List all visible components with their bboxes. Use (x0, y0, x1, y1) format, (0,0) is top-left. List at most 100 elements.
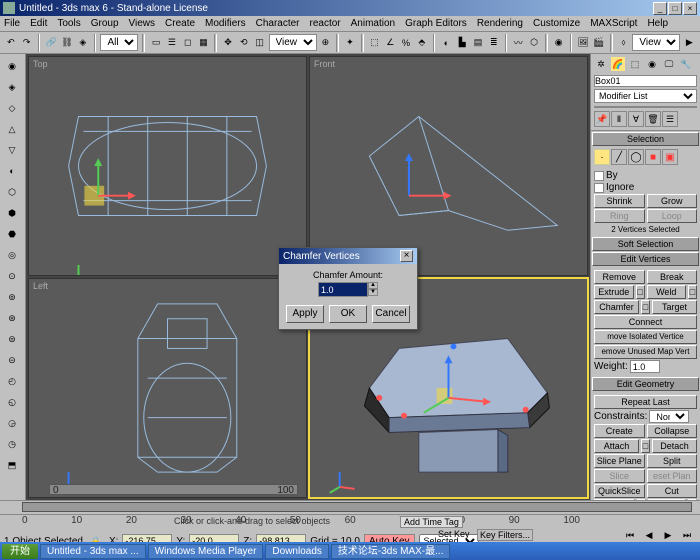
attach-button[interactable]: Attach (594, 439, 639, 453)
minimize-button[interactable]: _ (653, 2, 667, 15)
select-button[interactable]: ▭ (149, 34, 163, 52)
link-button[interactable]: 🔗 (44, 34, 58, 52)
repeat-button[interactable]: Repeat Last (594, 395, 697, 409)
menu-file[interactable]: File (4, 18, 20, 29)
ok-button[interactable]: OK (329, 305, 367, 323)
reactor-icon-10[interactable]: ◎ (2, 245, 22, 265)
task-3[interactable]: Downloads (265, 544, 328, 559)
border-subobj-icon[interactable]: ◯ (628, 149, 644, 165)
sliceplane-button[interactable]: Slice Plane (594, 454, 645, 468)
align-button[interactable]: ▤ (471, 34, 485, 52)
softsel-rollout[interactable]: Soft Selection (592, 237, 699, 251)
weld-button[interactable]: Weld (647, 285, 687, 299)
named-sel-button[interactable]: ◐ (439, 34, 453, 52)
extrude-settings[interactable]: □ (636, 285, 645, 299)
polygon-subobj-icon[interactable]: ■ (645, 149, 661, 165)
menu-graph editors[interactable]: Graph Editors (405, 18, 467, 29)
menu-edit[interactable]: Edit (30, 18, 47, 29)
reactor-icon-16[interactable]: ◴ (2, 371, 22, 391)
menu-customize[interactable]: Customize (533, 18, 580, 29)
schematic-button[interactable]: ⬡ (527, 34, 541, 52)
menu-group[interactable]: Group (91, 18, 119, 29)
element-subobj-icon[interactable]: ▣ (662, 149, 678, 165)
remove-iso-button[interactable]: move Isolated Vertice (594, 330, 697, 344)
menu-modifiers[interactable]: Modifiers (205, 18, 246, 29)
reactor-icon-19[interactable]: ◷ (2, 434, 22, 454)
viewport-front[interactable]: Front (309, 56, 588, 276)
layer-button[interactable]: ≣ (487, 34, 501, 52)
keyfilters-button[interactable]: Key Filters... (477, 529, 533, 541)
snap-button[interactable]: ⬚ (368, 34, 382, 52)
constraints-select[interactable]: None (649, 410, 689, 423)
split-button[interactable]: Split (647, 454, 698, 468)
start-button[interactable]: 开始 (2, 544, 38, 559)
render-preset[interactable]: View (632, 34, 680, 51)
reactor-icon-9[interactable]: ⬣ (2, 224, 22, 244)
reactor-icon-3[interactable]: ◇ (2, 98, 22, 118)
shrink-button[interactable]: Shrink (594, 194, 645, 208)
utilities-tab-icon[interactable]: 🔧 (678, 56, 694, 72)
window-crossing-button[interactable]: ▦ (197, 34, 211, 52)
create-button[interactable]: Create (594, 424, 645, 438)
reactor-icon-1[interactable]: ◉ (2, 56, 22, 76)
object-name-field[interactable] (594, 75, 697, 87)
break-button[interactable]: Break (647, 270, 698, 284)
stack-head[interactable]: Editable Poly (595, 107, 696, 108)
targetweld-button[interactable]: Target Weld (652, 300, 697, 314)
unlink-button[interactable]: ⛓ (60, 34, 74, 52)
edge-subobj-icon[interactable]: ╱ (611, 149, 627, 165)
mirror-button[interactable]: ▙ (455, 34, 469, 52)
show-result-icon[interactable]: Ⅱ (611, 111, 627, 127)
material-button[interactable]: ◉ (552, 34, 566, 52)
undo-button[interactable]: ↶ (4, 34, 18, 52)
select-name-button[interactable]: ☰ (165, 34, 179, 52)
menu-character[interactable]: Character (256, 18, 300, 29)
reactor-icon-11[interactable]: ⊙ (2, 266, 22, 286)
setkey-button[interactable]: Set Key (438, 529, 470, 539)
qslice-button[interactable]: QuickSlice (594, 484, 645, 498)
time-slider[interactable] (0, 501, 700, 515)
cut-button[interactable]: Cut (647, 484, 698, 498)
reactor-icon-13[interactable]: ⊛ (2, 308, 22, 328)
remove-mod-icon[interactable]: 🗑 (645, 111, 661, 127)
manipulate-button[interactable]: ✦ (343, 34, 357, 52)
by-checkbox[interactable] (594, 171, 604, 181)
menu-animation[interactable]: Animation (351, 18, 395, 29)
attach-list[interactable]: □ (641, 439, 650, 453)
maximize-button[interactable]: □ (668, 2, 682, 15)
rotate-button[interactable]: ⟲ (237, 34, 251, 52)
timetag-button[interactable]: Add Time Tag (400, 516, 463, 528)
reactor-icon-17[interactable]: ◵ (2, 392, 22, 412)
selection-filter[interactable]: All (100, 34, 138, 51)
connect-button[interactable]: Connect (594, 315, 697, 329)
reactor-icon-18[interactable]: ◶ (2, 413, 22, 433)
reactor-icon-2[interactable]: ◈ (2, 77, 22, 97)
spinner-snap-button[interactable]: ⬘ (415, 34, 429, 52)
remove-unmap-button[interactable]: emove Unused Map Vert (594, 345, 697, 359)
redo-button[interactable]: ↷ (20, 34, 34, 52)
selection-rollout[interactable]: Selection (592, 132, 699, 146)
reactor-icon-14[interactable]: ⊜ (2, 329, 22, 349)
spin-down-icon[interactable]: ▼ (368, 289, 378, 296)
editgeom-rollout[interactable]: Edit Geometry (592, 377, 699, 391)
weld-settings[interactable]: □ (688, 285, 697, 299)
render-scene-button[interactable]: 🖼 (576, 34, 590, 52)
reactor-icon-5[interactable]: ▽ (2, 140, 22, 160)
modify-tab-icon[interactable]: 🌈 (610, 56, 626, 72)
select-rect-button[interactable]: ◻ (181, 34, 195, 52)
curve-editor-button[interactable]: 〰 (511, 34, 525, 52)
ignore-checkbox[interactable] (594, 183, 604, 193)
create-tab-icon[interactable]: ✲ (593, 56, 609, 72)
menu-views[interactable]: Views (129, 18, 156, 29)
reactor-icon-8[interactable]: ⬢ (2, 203, 22, 223)
menu-help[interactable]: Help (647, 18, 668, 29)
editverts-rollout[interactable]: Edit Vertices (592, 252, 699, 266)
move-button[interactable]: ✥ (221, 34, 235, 52)
reactor-icon-12[interactable]: ⊚ (2, 287, 22, 307)
menu-create[interactable]: Create (165, 18, 195, 29)
cancel-button[interactable]: Cancel (372, 305, 410, 323)
apply-button[interactable]: Apply (286, 305, 324, 323)
spin-up-icon[interactable]: ▲ (368, 282, 378, 289)
percent-snap-button[interactable]: % (399, 34, 413, 52)
task-4[interactable]: 技术论坛-3ds MAX-最... (331, 544, 451, 559)
